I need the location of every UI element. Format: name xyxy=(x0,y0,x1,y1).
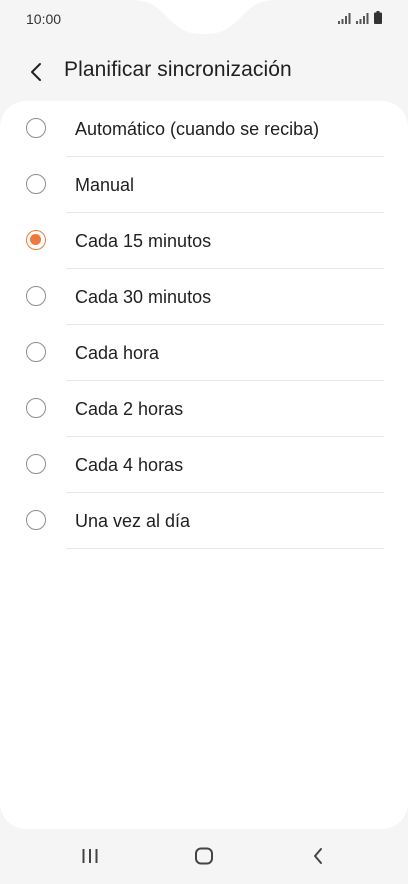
recent-apps-button[interactable] xyxy=(75,843,105,869)
back-button[interactable] xyxy=(18,54,54,90)
option-cada-30-minutos[interactable]: Cada 30 minutos xyxy=(0,269,408,325)
option-label: Cada 15 minutos xyxy=(75,231,212,251)
page-title: Planificar sincronización xyxy=(64,58,292,81)
radio-button[interactable] xyxy=(26,398,46,418)
option-cada-15-minutos[interactable]: Cada 15 minutos xyxy=(0,213,408,269)
navigation-bar xyxy=(0,829,408,884)
option-label: Automático (cuando se reciba) xyxy=(75,119,320,139)
status-bar: 10:00 xyxy=(0,0,408,40)
radio-button[interactable] xyxy=(26,510,46,530)
status-time: 10:00 xyxy=(26,11,62,27)
status-icons xyxy=(338,11,382,24)
option-label: Cada hora xyxy=(75,343,160,363)
radio-button[interactable] xyxy=(26,286,46,306)
sync-options-list: Automático (cuando se reciba) Manual Cad… xyxy=(0,101,408,549)
signal-icon xyxy=(338,13,351,24)
divider xyxy=(66,548,384,549)
option-label: Manual xyxy=(75,175,135,195)
option-label: Cada 4 horas xyxy=(75,455,184,475)
option-cada-hora[interactable]: Cada hora xyxy=(0,325,408,381)
recent-apps-icon xyxy=(82,849,98,863)
radio-button[interactable] xyxy=(26,118,46,138)
options-card: Automático (cuando se reciba) Manual Cad… xyxy=(0,101,408,829)
option-una-vez-al-dia[interactable]: Una vez al día xyxy=(0,493,408,549)
radio-button[interactable] xyxy=(26,230,46,250)
home-button[interactable] xyxy=(189,843,219,869)
option-label: Cada 30 minutos xyxy=(75,287,212,307)
option-label: Una vez al día xyxy=(75,511,191,531)
option-manual[interactable]: Manual xyxy=(0,157,408,213)
header: Planificar sincronización xyxy=(0,48,408,94)
back-icon xyxy=(314,848,322,864)
radio-button[interactable] xyxy=(26,174,46,194)
home-icon xyxy=(195,847,213,865)
nav-back-button[interactable] xyxy=(303,843,333,869)
signal-icon xyxy=(356,13,369,24)
option-cada-2-horas[interactable]: Cada 2 horas xyxy=(0,381,408,437)
radio-button[interactable] xyxy=(26,342,46,362)
chevron-left-icon xyxy=(31,63,41,81)
option-automatico[interactable]: Automático (cuando se reciba) xyxy=(0,101,408,157)
option-cada-4-horas[interactable]: Cada 4 horas xyxy=(0,437,408,493)
radio-button[interactable] xyxy=(26,454,46,474)
battery-icon xyxy=(374,11,382,24)
camera-notch xyxy=(128,0,280,34)
option-label: Cada 2 horas xyxy=(75,399,184,419)
